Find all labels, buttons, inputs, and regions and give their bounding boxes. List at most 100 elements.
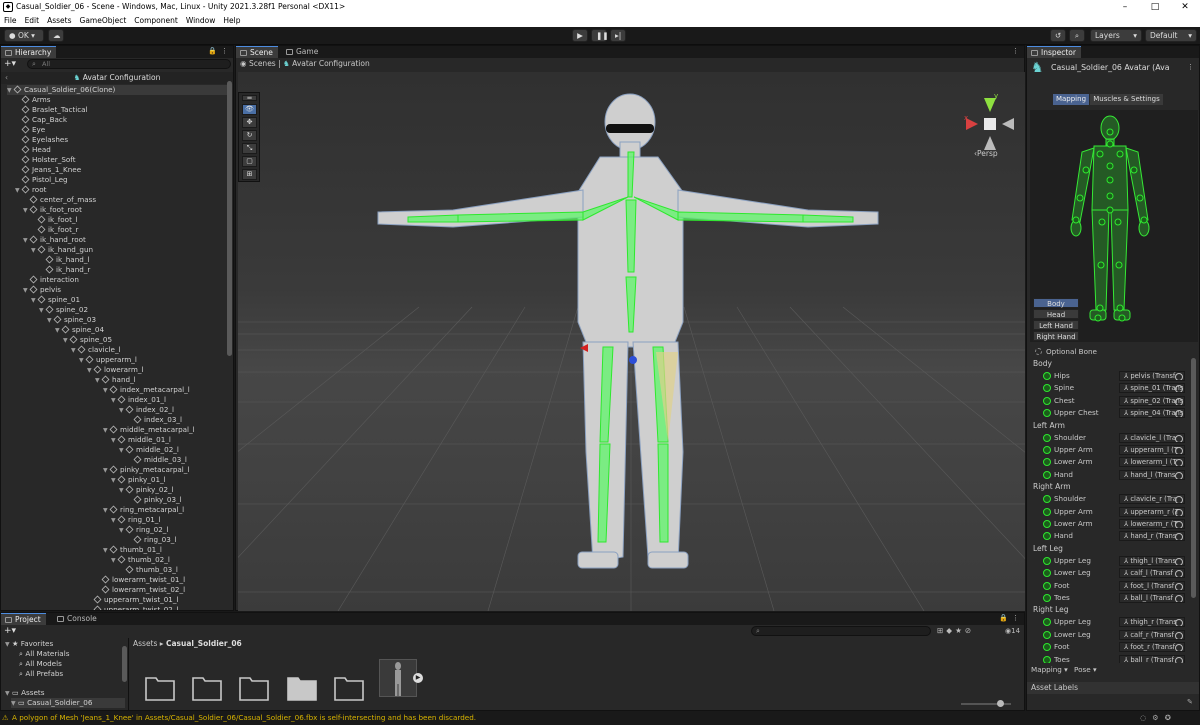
maximize-button[interactable]: □ [1140,0,1170,14]
chevron-down-icon[interactable]: ▼ [119,406,126,416]
hierarchy-item[interactable]: ▼ root [15,185,229,195]
casual-soldier-folder[interactable]: ▼ ▭ Casual_Soldier_06 [11,698,125,708]
breadcrumb-scenes[interactable]: Scenes [249,59,276,68]
bone-status-icon[interactable] [1043,470,1051,479]
chevron-down-icon[interactable]: ▼ [103,506,110,516]
hierarchy-item[interactable]: Arms [15,95,229,105]
search-icon[interactable]: ⌕ [1069,29,1085,42]
bone-status-icon[interactable] [1043,581,1051,590]
hierarchy-item[interactable]: pinky_03_l [127,495,229,505]
folder-filled-icon[interactable] [287,675,317,701]
bone-transform-field[interactable]: ⅄ thigh_l (Trans [1119,555,1185,566]
assets-folder[interactable]: ▼ ▭ Assets [5,688,44,698]
tab-project[interactable]: Project [1,613,46,625]
bone-status-icon[interactable] [1043,409,1051,418]
menu-assets[interactable]: Assets [43,14,75,27]
progress-icon[interactable]: ◌ [1140,713,1152,722]
chevron-down-icon[interactable]: ▼ [111,556,118,566]
hierarchy-item[interactable]: center_of_mass [23,195,229,205]
bone-status-icon[interactable] [1043,556,1051,565]
bone-transform-field[interactable]: ⅄ calf_l (Transf [1119,568,1185,579]
folder-icon[interactable] [192,675,222,701]
hierarchy-item[interactable]: middle_03_l [127,455,229,465]
bone-status-icon[interactable] [1043,372,1051,380]
scale-tool-icon[interactable]: ⤡ [242,143,257,154]
hierarchy-item[interactable]: ▼ clavicle_l [71,345,229,355]
bone-transform-field[interactable]: ⅄ upperarm_r (T [1119,506,1185,517]
thumbnail-size-slider[interactable] [961,700,1011,707]
expand-play-icon[interactable]: ▶ [413,673,423,683]
close-button[interactable]: ✕ [1170,0,1200,14]
favorite-all-models[interactable]: ⌕ All Models [19,659,62,669]
chevron-down-icon[interactable]: ▼ [55,326,62,336]
body-part-head[interactable]: Head [1033,309,1079,319]
hierarchy-item[interactable]: Cap_Back [15,115,229,125]
menu-file[interactable]: File [0,14,21,27]
bone-status-icon[interactable] [1043,396,1051,405]
menu-window[interactable]: Window [182,14,220,27]
chevron-down-icon[interactable]: ▼ [119,526,126,536]
hidden-packages-icon[interactable]: ⊘ [965,626,974,635]
chevron-down-icon[interactable]: ▼ [95,376,102,386]
hierarchy-item[interactable]: ▼ index_02_l [119,405,229,415]
tag-icon[interactable]: ✎ [1187,698,1193,706]
hierarchy-item[interactable]: upperarm_twist_01_l [87,595,229,605]
breadcrumb-assets[interactable]: Assets [133,639,157,648]
bone-status-icon[interactable] [1043,594,1051,602]
bone-status-icon[interactable] [1043,569,1051,578]
cloud-icon[interactable]: ☁ [48,29,64,42]
model-thumbnail[interactable] [379,659,417,697]
hierarchy-item[interactable]: Head [15,145,229,155]
add-icon[interactable]: +▾ [4,59,16,69]
hierarchy-item[interactable]: ▼ ik_hand_gun [31,245,229,255]
chevron-down-icon[interactable]: ▼ [7,86,14,96]
chevron-down-icon[interactable]: ▼ [15,186,22,196]
hierarchy-item[interactable]: ▼ spine_03 [47,315,229,325]
chevron-down-icon[interactable]: ▼ [103,386,110,396]
hierarchy-scrollbar[interactable] [227,81,232,356]
bone-status-icon[interactable] [1043,446,1051,454]
hierarchy-item[interactable]: ▼ ik_foot_root [23,205,229,215]
play-icon[interactable]: ▶ [572,29,588,42]
chevron-down-icon[interactable]: ▼ [31,246,38,256]
hierarchy-item[interactable]: ik_hand_r [39,265,229,275]
favorites-folder[interactable]: ▼ ★ Favorites [5,639,53,649]
hierarchy-item[interactable]: ▼ upperarm_l [79,355,229,365]
chevron-down-icon[interactable]: ▼ [119,486,126,496]
hierarchy-item[interactable]: ▼ ik_hand_root [23,235,229,245]
hierarchy-item[interactable]: Eyelashes [15,135,229,145]
tab-inspector[interactable]: Inspector [1027,46,1081,58]
bone-transform-field[interactable]: ⅄ lowerarm_l (T [1119,457,1185,468]
hierarchy-item[interactable]: ▼ pinky_01_l [111,475,229,485]
hierarchy-item[interactable]: ▼ pinky_02_l [119,485,229,495]
create-icon[interactable]: +▾ [4,626,16,636]
hierarchy-item[interactable]: ik_hand_l [39,255,229,265]
pause-icon[interactable]: ❚❚ [591,29,609,42]
bone-transform-field[interactable]: ⅄ foot_r (Transf [1119,642,1185,653]
bone-transform-field[interactable]: ⅄ clavicle_l (Tra [1119,432,1185,443]
bone-transform-field[interactable]: ⅄ thigh_r (Trans [1119,617,1185,628]
tab-mapping[interactable]: Mapping [1053,94,1089,105]
hierarchy-item[interactable]: ik_foot_l [31,215,229,225]
lightbulb-icon[interactable]: ✪ [1165,713,1177,722]
status-bar[interactable]: ⚠ A polygon of Mesh 'Jeans_1_Knee' in As… [0,711,1200,725]
bone-transform-field[interactable]: ⅄ foot_l (Transf [1119,580,1185,591]
menu-component[interactable]: Component [130,14,182,27]
hierarchy-item[interactable]: ▼ middle_01_l [111,435,229,445]
bone-status-icon[interactable] [1043,384,1051,393]
inspector-scrollbar[interactable] [1191,358,1196,598]
bone-transform-field[interactable]: ⅄ spine_04 (Trans [1119,408,1185,419]
hierarchy-item[interactable]: ▼ ring_02_l [119,525,229,535]
account-button[interactable]: ● OK ▾ [4,29,44,42]
chevron-down-icon[interactable]: ▼ [63,336,70,346]
hierarchy-item[interactable]: ▼ Casual_Soldier_06(Clone) [7,85,229,95]
hierarchy-item[interactable]: ik_foot_r [31,225,229,235]
hierarchy-item[interactable]: ▼ thumb_01_l [103,545,229,555]
chevron-down-icon[interactable]: ▼ [71,346,78,356]
favorite-all-prefabs[interactable]: ⌕ All Prefabs [19,669,63,679]
bone-status-icon[interactable] [1043,618,1051,627]
menu-help[interactable]: Help [219,14,244,27]
tab-game[interactable]: Game [282,46,324,58]
settings-icon[interactable]: ⚙ [1152,713,1164,722]
bone-transform-field[interactable]: ⅄ clavicle_r (Tra [1119,494,1185,505]
